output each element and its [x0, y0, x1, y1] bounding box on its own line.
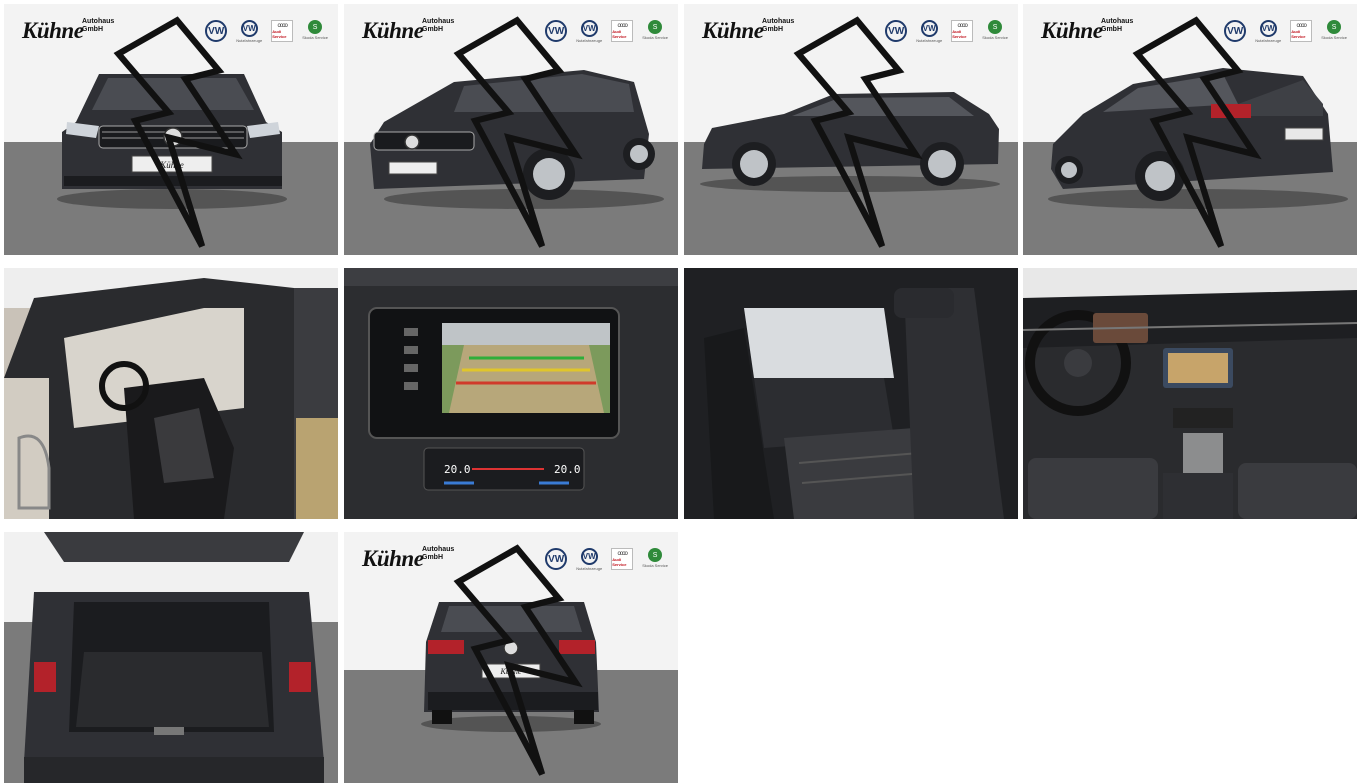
- car-rear-three-quarter-photo: [1023, 4, 1357, 255]
- photo-gallery: Kühne Kühne Autohaus GmbH VW VW Nutzfahrz…: [4, 4, 1360, 783]
- gallery-photo-front-three-quarter[interactable]: Kühne Autohaus GmbH VW VW Nutzfahrzeuge o…: [344, 4, 678, 255]
- climate-temp-left: 20.0: [444, 463, 471, 476]
- gallery-photo-front[interactable]: Kühne Kühne Autohaus GmbH VW VW Nutzfahrz…: [4, 4, 338, 255]
- trunk-open-photo: [4, 532, 338, 783]
- car-side-photo: [684, 4, 1018, 255]
- gallery-photo-trunk[interactable]: [4, 532, 338, 783]
- gallery-photo-rear-three-quarter[interactable]: Kühne Autohaus GmbH VW VW Nutzfahrzeuge o…: [1023, 4, 1357, 255]
- license-plate-text: Kühne: [500, 667, 522, 676]
- car-front-photo: Kühne: [4, 4, 338, 255]
- license-plate-text: Kühne: [159, 160, 184, 170]
- dashboard-photo: [1023, 268, 1357, 519]
- car-rear-photo: Kühne: [344, 532, 678, 783]
- car-front-three-quarter-photo: [344, 4, 678, 255]
- gallery-photo-side[interactable]: Kühne Autohaus GmbH VW VW Nutzfahrzeuge o…: [684, 4, 1018, 255]
- gallery-photo-driver-door[interactable]: [4, 268, 338, 519]
- climate-temp-right: 20.0: [554, 463, 581, 476]
- gallery-photo-infotainment[interactable]: 20.0 20.0: [344, 268, 678, 519]
- gallery-photo-rear[interactable]: Kühne Kühne Autohaus GmbH VW VW Nutzfahrz…: [344, 532, 678, 783]
- infotainment-rear-camera-photo: 20.0 20.0: [344, 268, 678, 519]
- driver-door-interior-photo: [4, 268, 338, 519]
- gallery-photo-rear-seats[interactable]: [684, 268, 1018, 519]
- rear-seats-photo: [684, 268, 1018, 519]
- gallery-photo-dashboard[interactable]: [1023, 268, 1357, 519]
